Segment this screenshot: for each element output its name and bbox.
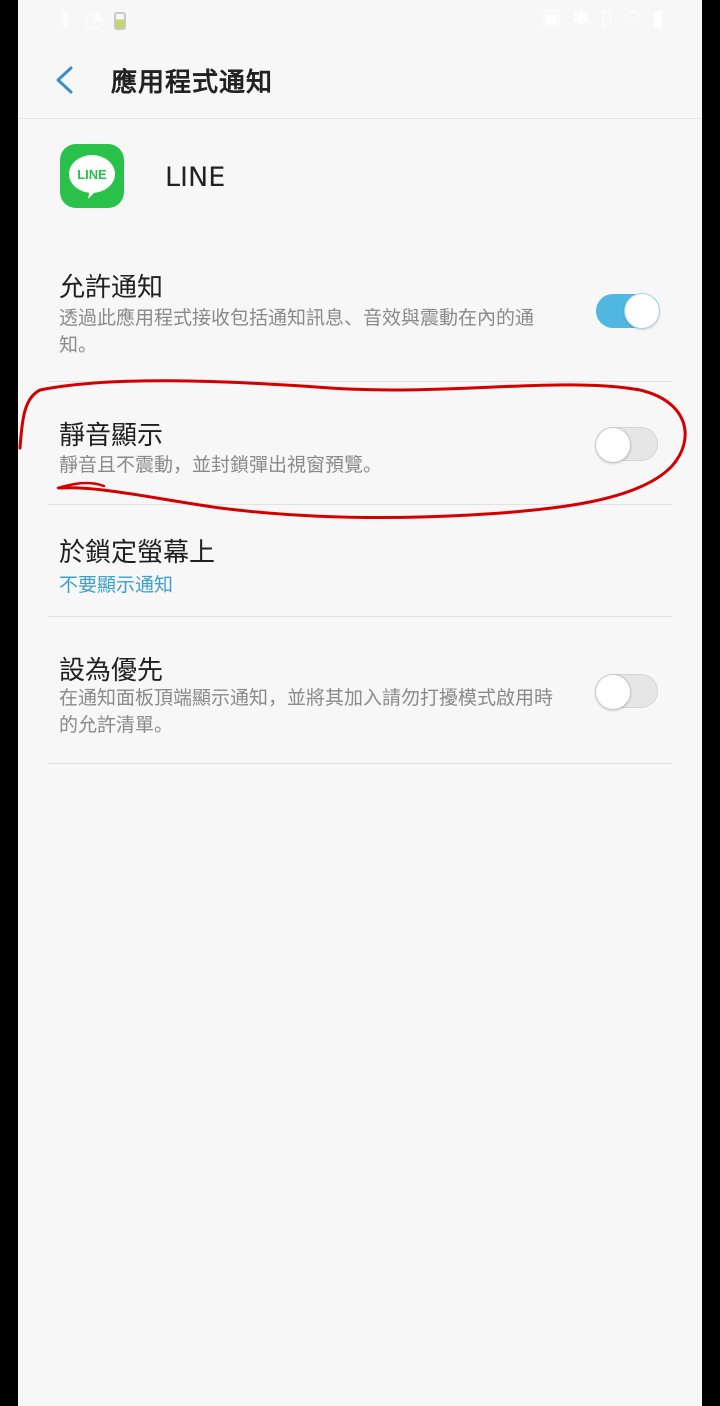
silent-title: 靜音顯示 [59,421,164,451]
silent-toggle[interactable] [595,427,658,463]
divider [48,504,672,505]
allow-notifications-title: 允許通知 [59,273,164,303]
line-app-icon: LINE [60,144,124,208]
divider [48,381,672,382]
settings-screen: ⬇ ◔ ▣ ✱ ▯ ◠ ▮ 應用程式通知 LINE LINE 允許通知 透過此應… [18,0,702,1406]
divider [48,763,672,764]
allow-notifications-desc: 透過此應用程式接收包括通知訊息、音效與震動在內的通知。 [59,307,535,356]
silent-desc: 靜音且不震動，並封鎖彈出視窗預覽。 [59,454,383,476]
lockscreen-title: 於鎖定螢幕上 [59,538,216,568]
silent-row[interactable]: 靜音顯示 靜音且不震動，並封鎖彈出視窗預覽。 [48,400,672,500]
app-name: LINE [165,162,226,193]
status-right: ▣ ✱ ▯ ◠ ▮ [541,6,664,31]
chat-icon: ◔ [84,8,104,33]
download-icon: ⬇ [56,8,75,33]
chevron-left-icon [56,66,73,94]
battery-saver-icon [113,11,126,30]
priority-desc: 在通知面板頂端顯示通知，並將其加入請勿打擾模式啟用時的允許清單。 [59,687,554,736]
toggle-knob [595,427,631,463]
divider [48,616,672,617]
app-bar: 應用程式通知 [18,40,702,119]
signal-icon: ▮ [651,6,664,31]
priority-toggle[interactable] [595,674,658,710]
status-bar: ⬇ ◔ ▣ ✱ ▯ ◠ ▮ [18,0,702,40]
lockscreen-row[interactable]: 於鎖定螢幕上 不要顯示通知 [48,520,672,610]
allow-notifications-toggle[interactable] [596,293,660,329]
toggle-knob [595,674,631,710]
lockscreen-value: 不要顯示通知 [59,574,174,596]
line-logo-icon: LINE [69,155,115,199]
wifi-icon: ◠ [622,6,642,31]
bluetooth-icon: ✱ [572,6,591,31]
priority-title: 設為優先 [59,656,164,686]
back-button[interactable] [42,58,86,102]
nfc-icon: ▣ [541,6,563,31]
toggle-knob [624,293,660,329]
svg-text:LINE: LINE [77,167,107,182]
page-title: 應用程式通知 [111,68,274,98]
vibrate-icon: ▯ [600,6,613,31]
allow-notifications-row[interactable]: 允許通知 透過此應用程式接收包括通知訊息、音效與震動在內的通知。 [48,255,672,375]
app-info-row: LINE LINE [18,130,702,225]
priority-row[interactable]: 設為優先 在通知面板頂端顯示通知，並將其加入請勿打擾模式啟用時的允許清單。 [48,635,672,760]
